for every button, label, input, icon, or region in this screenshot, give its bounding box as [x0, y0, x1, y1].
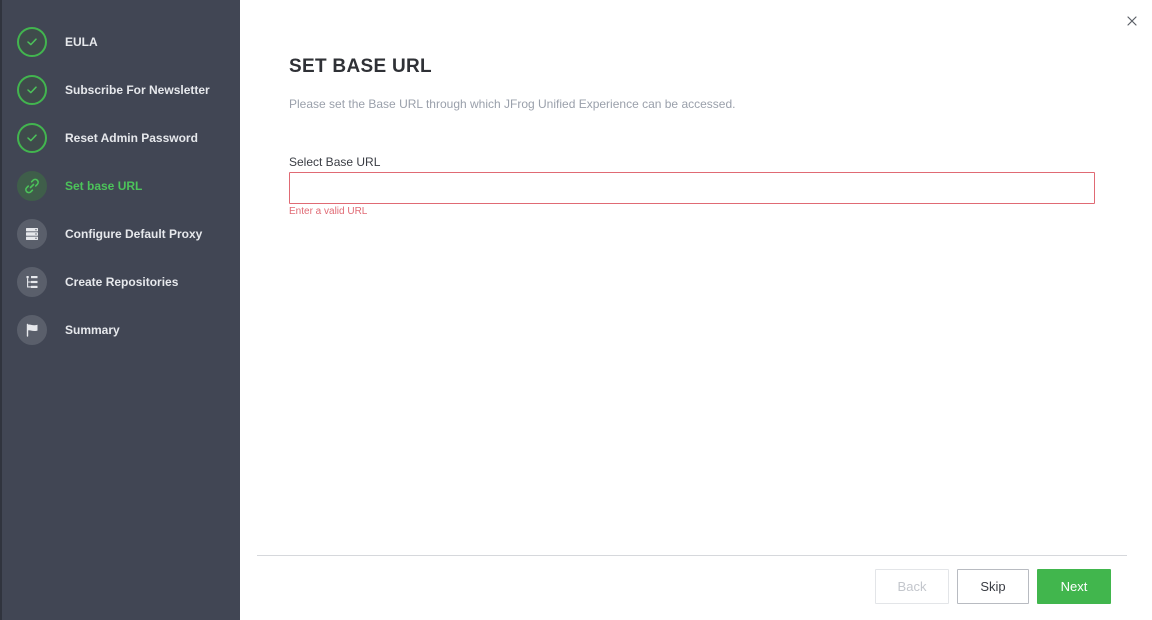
step-configure-default-proxy[interactable]: Configure Default Proxy: [17, 217, 202, 251]
step-status-circle: [17, 123, 47, 153]
step-reset-admin-password[interactable]: Reset Admin Password: [17, 121, 198, 155]
step-status-circle: [17, 171, 47, 201]
check-icon: [27, 38, 37, 46]
close-button[interactable]: [1125, 14, 1139, 28]
base-url-error-message: Enter a valid URL: [289, 206, 368, 217]
step-label: Summary: [65, 323, 120, 337]
step-set-base-url[interactable]: Set base URL: [17, 169, 142, 203]
step-label: Set base URL: [65, 179, 143, 193]
close-icon: [1127, 16, 1137, 26]
skip-button[interactable]: Skip: [957, 569, 1029, 604]
step-label: Configure Default Proxy: [65, 227, 203, 241]
page-title: SET BASE URL: [289, 56, 432, 77]
step-status-circle: [17, 27, 47, 57]
step-label: EULA: [65, 35, 98, 49]
check-icon: [27, 134, 37, 142]
step-eula[interactable]: EULA: [17, 25, 98, 59]
step-status-circle: [17, 219, 47, 249]
step-label: Subscribe For Newsletter: [65, 83, 210, 97]
wizard-content: SET BASE URL Please set the Base URL thr…: [240, 0, 1152, 620]
link-icon: [25, 178, 39, 194]
step-label: Reset Admin Password: [65, 131, 198, 145]
step-status-circle: [17, 315, 47, 345]
next-button[interactable]: Next: [1037, 569, 1111, 604]
repository-tree-icon: [26, 276, 38, 288]
page-subtitle: Please set the Base URL through which JF…: [289, 97, 736, 111]
step-summary[interactable]: Summary: [17, 313, 120, 347]
step-status-circle: [17, 267, 47, 297]
back-button[interactable]: Back: [875, 569, 949, 604]
step-create-repositories[interactable]: Create Repositories: [17, 265, 178, 299]
wizard-steps-sidebar: EULA Subscribe For Newsletter Reset Admi…: [0, 0, 240, 620]
check-icon: [27, 86, 37, 94]
flag-icon: [26, 323, 38, 337]
footer-divider: [257, 555, 1127, 556]
base-url-input[interactable]: [289, 172, 1095, 204]
base-url-label: Select Base URL: [289, 155, 381, 169]
step-subscribe-newsletter[interactable]: Subscribe For Newsletter: [17, 73, 210, 107]
step-status-circle: [17, 75, 47, 105]
setup-wizard: EULA Subscribe For Newsletter Reset Admi…: [0, 0, 1152, 620]
step-label: Create Repositories: [65, 275, 179, 289]
server-icon: [26, 228, 38, 240]
